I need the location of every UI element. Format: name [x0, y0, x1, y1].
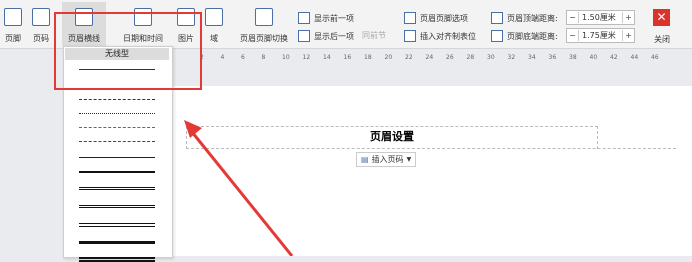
close-label: 关闭 — [654, 35, 670, 44]
show-prev-label: 显示前一项 — [314, 13, 354, 23]
top-distance-value[interactable]: 1.50厘米 — [578, 12, 623, 23]
top-distance-text: 页眉顶端距离: — [507, 13, 558, 23]
page-number-label: 页码 — [33, 34, 49, 43]
show-prev-button[interactable]: 显示前一项 — [298, 12, 354, 24]
footer-bottom-distance-label: 页脚底端距离: — [491, 30, 558, 42]
header-top-distance-label: 页眉顶端距离: — [491, 12, 558, 24]
ruler-tick: 16 — [343, 54, 352, 61]
ruler-tick: 26 — [446, 54, 454, 61]
document-page: 页眉设置 ▤ 插入页码 ▼ — [172, 86, 692, 256]
header-divider — [186, 148, 676, 149]
line-style-option[interactable] — [79, 141, 155, 142]
horizontal-ruler: 2 4 6 8 10 12 14 16 18 20 22 24 26 28 30 32 34 36 38 40 42 44… — [172, 52, 692, 64]
switch-header-footer-label: 页眉页脚切换 — [240, 34, 288, 43]
line-style-option[interactable] — [79, 99, 155, 100]
ruler-tick: 12 — [302, 54, 311, 61]
header-title: 页眉设置 — [370, 130, 414, 143]
line-style-option[interactable] — [79, 157, 155, 158]
decrement-button[interactable]: − — [567, 31, 578, 40]
same-as-prev-label: 同前节 — [362, 31, 386, 40]
ruler-tick: 34 — [528, 54, 536, 61]
bottom-distance-value[interactable]: 1.75厘米 — [578, 30, 623, 41]
bottom-distance-text: 页脚底端距离: — [507, 31, 558, 41]
page-number-icon: ▤ — [361, 155, 369, 164]
footer-label: 页脚 — [5, 34, 21, 43]
ruler-tick: 22 — [405, 54, 413, 61]
show-next-button[interactable]: 显示后一项 — [298, 30, 354, 42]
ruler-tick: 8 — [261, 54, 266, 61]
line-style-option[interactable] — [79, 223, 155, 227]
decrement-button[interactable]: − — [567, 13, 578, 22]
insert-page-number-label: 插入页码 — [371, 155, 404, 164]
field-label: 域 — [210, 34, 218, 43]
ruler-tick: 24 — [425, 54, 434, 61]
line-style-option[interactable] — [79, 113, 155, 114]
next-icon — [298, 30, 310, 42]
switch-header-footer-button[interactable]: 页眉页脚切换 — [236, 2, 292, 46]
ruler-tick: 38 — [569, 54, 577, 61]
ruler-tick: 40 — [589, 54, 598, 61]
line-style-option[interactable] — [79, 127, 155, 128]
same-as-prev-button[interactable]: 同前节 — [362, 30, 386, 41]
ruler-tick: 18 — [364, 54, 372, 61]
line-style-option[interactable] — [79, 171, 155, 173]
align-tab-icon — [404, 30, 416, 42]
chevron-down-icon: ▼ — [406, 156, 412, 163]
header-footer-options-button[interactable]: 页眉页脚选项 — [404, 12, 468, 24]
header-distance-icon — [491, 12, 503, 24]
footer-icon — [4, 8, 22, 26]
line-style-option[interactable] — [79, 205, 155, 208]
footer-button[interactable]: 页脚 — [0, 2, 26, 46]
insert-align-tab-button[interactable]: 插入对齐制表位 — [404, 30, 476, 42]
footer-distance-icon — [491, 30, 503, 42]
options-icon — [404, 12, 416, 24]
align-tab-label: 插入对齐制表位 — [420, 31, 476, 41]
ruler-tick: 6 — [241, 54, 245, 61]
page-number-button[interactable]: 页码 — [28, 2, 54, 46]
ruler-tick: 28 — [466, 54, 475, 61]
highlight-box — [54, 12, 202, 90]
field-button[interactable]: 域 — [205, 2, 223, 46]
insert-page-number-button[interactable]: ▤ 插入页码 ▼ — [356, 152, 417, 167]
ruler-tick: 42 — [610, 54, 618, 61]
increment-button[interactable]: + — [623, 31, 634, 40]
page-number-icon — [32, 8, 50, 26]
footer-bottom-distance-stepper[interactable]: − 1.75厘米 + — [566, 28, 635, 43]
header-top-distance-stepper[interactable]: − 1.50厘米 + — [566, 10, 635, 25]
close-icon[interactable]: ✕ — [653, 9, 670, 26]
prev-icon — [298, 12, 310, 24]
show-next-label: 显示后一项 — [314, 31, 354, 41]
ruler-tick: 46 — [651, 54, 659, 61]
line-style-option[interactable] — [79, 257, 155, 262]
ruler-tick: 32 — [507, 54, 516, 61]
options-label: 页眉页脚选项 — [420, 13, 468, 23]
close-button[interactable]: 关闭 — [654, 34, 670, 45]
ruler-tick: 20 — [384, 54, 393, 61]
ruler-tick: 44 — [630, 54, 639, 61]
switch-header-footer-icon — [255, 8, 273, 26]
ruler-tick: 30 — [487, 54, 495, 61]
line-style-option[interactable] — [79, 241, 155, 244]
line-style-option[interactable] — [79, 187, 155, 190]
field-icon — [205, 8, 223, 26]
increment-button[interactable]: + — [623, 13, 634, 22]
ruler-tick: 4 — [220, 54, 225, 61]
ruler-tick: 10 — [282, 54, 290, 61]
ruler-tick: 14 — [323, 54, 331, 61]
ruler-tick: 36 — [548, 54, 557, 61]
